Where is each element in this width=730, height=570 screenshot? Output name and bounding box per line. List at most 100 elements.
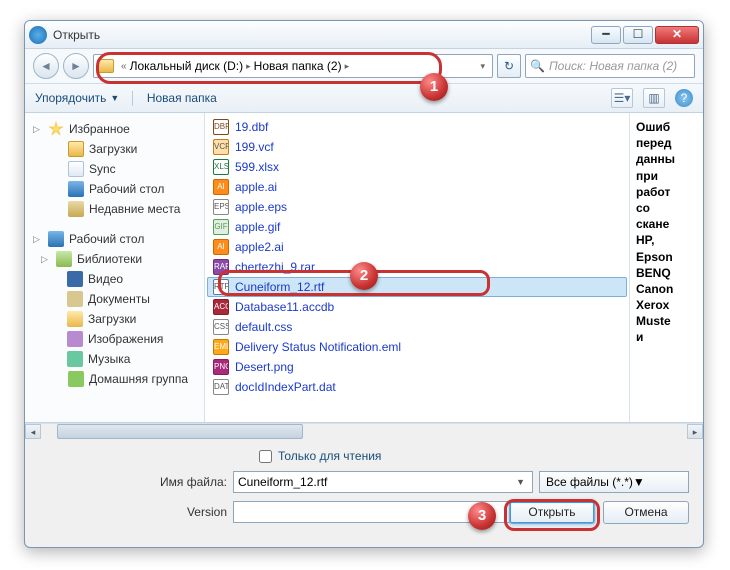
img-icon	[67, 331, 83, 347]
chevron-icon: «	[118, 61, 130, 72]
file-name: Database11.accdb	[235, 300, 334, 314]
file-icon: GIF	[213, 219, 229, 235]
preview-line: Muste	[636, 313, 697, 329]
file-list[interactable]: DBF 19.dbf VCF 199.vcf XLS599.xlsxAIapple.ai…	[205, 113, 629, 422]
open-file-dialog: Открыть ━ ☐ ✕ ◄ ► « Локальный диск (D:) …	[24, 20, 704, 548]
file-name: 199.vcf	[235, 140, 274, 154]
preview-line: HP,	[636, 232, 697, 248]
sidebar-item[interactable]: Домашняя группа	[27, 369, 202, 389]
file-row[interactable]: ACC Database11.accdb	[207, 297, 627, 317]
chevron-down-icon[interactable]: ▼	[513, 477, 528, 487]
sidebar-item[interactable]: Документы	[27, 289, 202, 309]
file-row[interactable]: RTFCuneiform_12.rtf	[207, 277, 627, 297]
desk-icon	[48, 231, 64, 247]
file-row[interactable]: AIapple2.ai	[207, 237, 627, 257]
file-type-filter[interactable]: Все файлы (*.*) ▼	[539, 471, 689, 493]
file-icon: VCF	[213, 139, 229, 155]
folder-icon	[68, 141, 84, 157]
open-button[interactable]: Открыть	[509, 501, 595, 524]
maximize-button[interactable]: ☐	[623, 26, 653, 44]
minimize-button[interactable]: ━	[591, 26, 621, 44]
file-row[interactable]: AIapple.ai	[207, 177, 627, 197]
file-row[interactable]: CSS default.css	[207, 317, 627, 337]
file-row[interactable]: EMLDelivery Status Notification.eml	[207, 337, 627, 357]
nav-forward-button[interactable]: ►	[63, 53, 89, 79]
file-row[interactable]: GIF apple.gif	[207, 217, 627, 237]
window-title: Открыть	[53, 28, 589, 42]
file-row[interactable]: EPS apple.eps	[207, 197, 627, 217]
horizontal-scrollbar[interactable]: ◂ ▸	[25, 423, 703, 439]
toolbar: Упорядочить▼ │ Новая папка ☰▾ ▥ ?	[25, 83, 703, 113]
file-name: 19.dbf	[235, 120, 268, 134]
preview-pane-button[interactable]: ▥	[643, 88, 665, 108]
preview-line: BENQ	[636, 265, 697, 281]
file-icon: DBF	[213, 119, 229, 135]
preview-line: Canon	[636, 281, 697, 297]
file-row[interactable]: VCF 199.vcf	[207, 137, 627, 157]
sidebar-item[interactable]: Загрузки	[27, 309, 202, 329]
file-row[interactable]: RARchertezhi_9.rar	[207, 257, 627, 277]
preview-line: данны	[636, 151, 697, 167]
cancel-button[interactable]: Отмена	[603, 501, 689, 524]
refresh-button[interactable]: ↻	[497, 54, 521, 78]
chevron-right-icon[interactable]: ▸	[243, 61, 254, 72]
mus-icon	[67, 351, 83, 367]
file-row[interactable]: DBF 19.dbf	[207, 117, 627, 137]
readonly-checkbox[interactable]	[259, 450, 272, 463]
file-icon: EPS	[213, 199, 229, 215]
scroll-left-icon[interactable]: ◂	[25, 424, 41, 439]
sidebar-item[interactable]: Видео	[27, 269, 202, 289]
sidebar-item[interactable]: Музыка	[27, 349, 202, 369]
sidebar-group-head[interactable]: ▷Избранное	[27, 119, 202, 139]
sidebar-item[interactable]: ▷Библиотеки	[27, 249, 202, 269]
file-name: apple2.ai	[235, 240, 284, 254]
sidebar-item[interactable]: Рабочий стол	[27, 179, 202, 199]
file-name: default.css	[235, 320, 292, 334]
folder-icon	[98, 59, 114, 73]
close-button[interactable]: ✕	[655, 26, 699, 44]
file-name: apple.gif	[235, 220, 280, 234]
file-name: chertezhi_9.rar	[235, 260, 315, 274]
view-options-button[interactable]: ☰▾	[611, 88, 633, 108]
home-icon	[68, 371, 84, 387]
file-name: docIdIndexPart.dat	[235, 380, 336, 394]
help-button[interactable]: ?	[675, 89, 693, 107]
file-icon: AI	[213, 179, 229, 195]
organize-menu[interactable]: Упорядочить▼	[35, 91, 119, 105]
file-row[interactable]: DATdocIdIndexPart.dat	[207, 377, 627, 397]
file-row[interactable]: XLS599.xlsx	[207, 157, 627, 177]
new-folder-button[interactable]: Новая папка	[147, 91, 217, 105]
doc-icon	[67, 291, 83, 307]
file-name: 599.xlsx	[235, 160, 279, 174]
breadcrumb-segment[interactable]: Новая папка (2)	[254, 59, 342, 73]
nav-back-button[interactable]: ◄	[33, 53, 59, 79]
search-icon: 🔍	[530, 59, 545, 73]
file-icon: CSS	[213, 319, 229, 335]
preview-line: со	[636, 200, 697, 216]
breadcrumb-bar[interactable]: « Локальный диск (D:) ▸ Новая папка (2) …	[93, 54, 493, 78]
scrollbar-thumb[interactable]	[57, 424, 303, 439]
filename-input[interactable]: Cuneiform_12.rtf ▼	[233, 471, 533, 493]
file-icon: EML	[213, 339, 229, 355]
sidebar-item[interactable]: Загрузки	[27, 139, 202, 159]
file-icon: ACC	[213, 299, 229, 315]
scroll-right-icon[interactable]: ▸	[687, 424, 703, 439]
breadcrumb-dropdown[interactable]: ▾	[477, 61, 488, 72]
chevron-down-icon[interactable]: ▼	[633, 475, 645, 489]
preview-line: при	[636, 168, 697, 184]
sidebar-item[interactable]: Изображения	[27, 329, 202, 349]
chevron-right-icon[interactable]: ▸	[342, 61, 353, 72]
sidebar-item[interactable]: Недавние места	[27, 199, 202, 219]
readonly-label: Только для чтения	[278, 449, 381, 463]
sidebar-group-head[interactable]: ▷Рабочий стол	[27, 229, 202, 249]
filename-label: Имя файла:	[39, 475, 227, 489]
preview-line: Ошиб	[636, 119, 697, 135]
breadcrumb-segment[interactable]: Локальный диск (D:)	[130, 59, 244, 73]
file-name: apple.eps	[235, 200, 287, 214]
file-row[interactable]: PNGDesert.png	[207, 357, 627, 377]
sidebar-item[interactable]: Sync	[27, 159, 202, 179]
search-input[interactable]: 🔍 Поиск: Новая папка (2)	[525, 54, 695, 78]
recent-icon	[68, 201, 84, 217]
file-name: Desert.png	[235, 360, 294, 374]
bottom-panel: Только для чтения Имя файла: Cuneiform_1…	[25, 439, 703, 532]
